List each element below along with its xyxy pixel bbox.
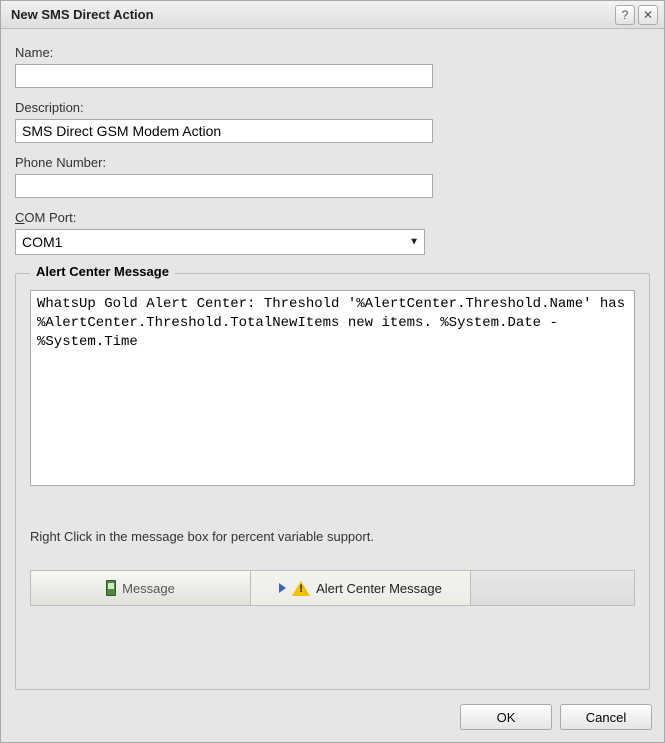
comport-select[interactable] bbox=[15, 229, 425, 255]
hint-text: Right Click in the message box for perce… bbox=[30, 529, 635, 544]
help-icon: ? bbox=[622, 8, 629, 22]
phone-icon bbox=[106, 580, 116, 596]
close-button[interactable]: ✕ bbox=[638, 5, 658, 25]
warning-icon bbox=[292, 581, 310, 596]
tab-bar: Message Alert Center Message bbox=[30, 570, 635, 606]
alert-message-textarea[interactable] bbox=[30, 290, 635, 486]
phone-input[interactable] bbox=[15, 174, 433, 198]
phone-label: Phone Number: bbox=[15, 155, 650, 170]
help-button[interactable]: ? bbox=[615, 5, 635, 25]
button-bar: OK Cancel bbox=[1, 690, 664, 742]
description-input[interactable] bbox=[15, 119, 433, 143]
arrow-right-icon bbox=[279, 583, 286, 593]
dialog-content: Name: Description: Phone Number: COM Por… bbox=[1, 29, 664, 690]
name-input[interactable] bbox=[15, 64, 433, 88]
ok-button[interactable]: OK bbox=[460, 704, 552, 730]
tab-message[interactable]: Message bbox=[31, 571, 251, 605]
cancel-button[interactable]: Cancel bbox=[560, 704, 652, 730]
titlebar: New SMS Direct Action ? ✕ bbox=[1, 1, 664, 29]
dialog-title: New SMS Direct Action bbox=[11, 7, 612, 22]
fieldset-legend: Alert Center Message bbox=[30, 264, 175, 279]
comport-label: COM Port: bbox=[15, 210, 650, 225]
close-icon: ✕ bbox=[643, 8, 653, 22]
description-label: Description: bbox=[15, 100, 650, 115]
tab-alert-center[interactable]: Alert Center Message bbox=[251, 571, 471, 605]
tab-message-label: Message bbox=[122, 581, 175, 596]
name-label: Name: bbox=[15, 45, 650, 60]
sms-direct-action-dialog: New SMS Direct Action ? ✕ Name: Descript… bbox=[0, 0, 665, 743]
alert-center-fieldset: Alert Center Message Right Click in the … bbox=[15, 273, 650, 690]
tab-alert-center-label: Alert Center Message bbox=[316, 581, 442, 596]
comport-select-wrap: ▼ bbox=[15, 229, 425, 255]
